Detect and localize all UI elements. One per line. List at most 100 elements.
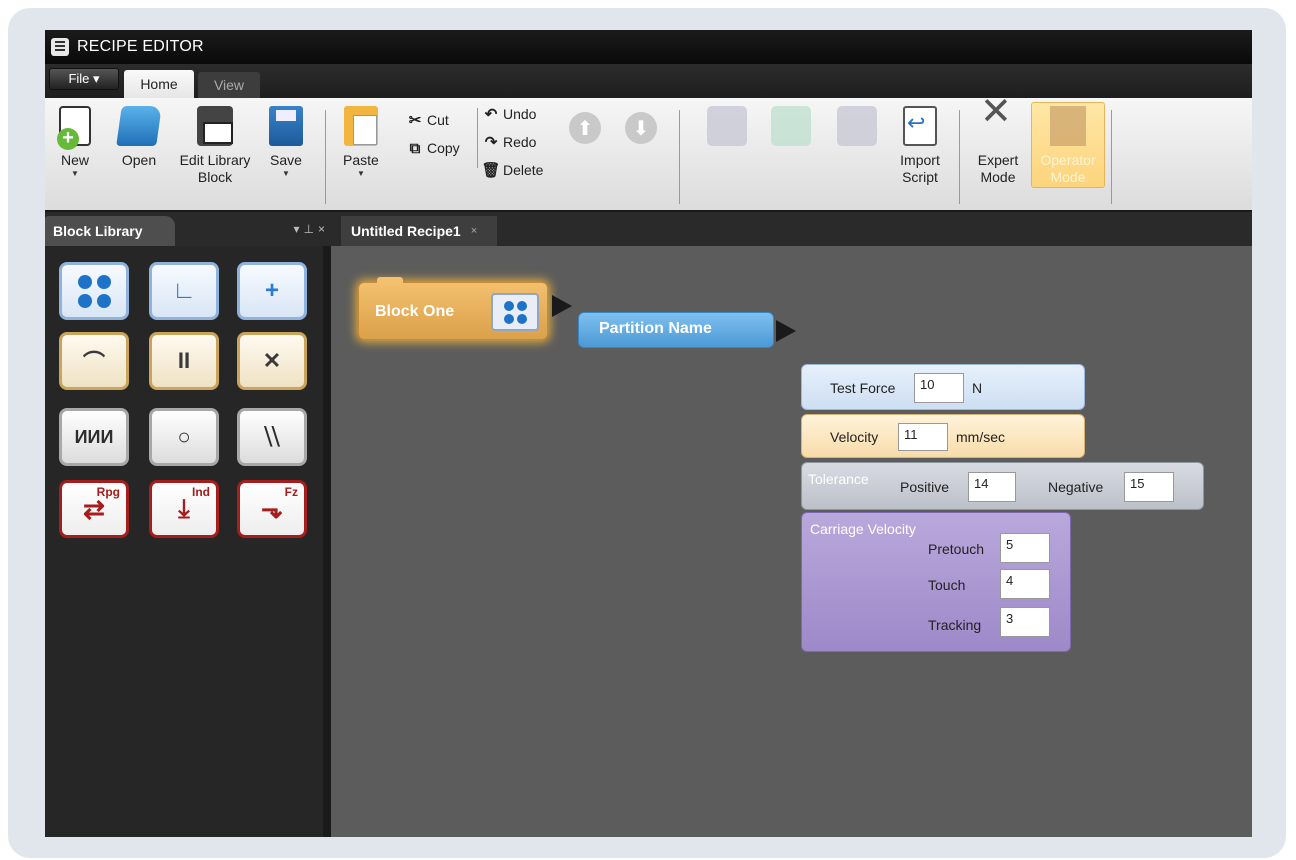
- arrow-up-icon: ⬆: [576, 117, 594, 140]
- block-tab-notch: [377, 277, 403, 284]
- block-one-label: Block One: [375, 303, 455, 320]
- block-library-panel: ∟ + ⌒ II ✕ ИИИ ○ ⧹⧹ ⇄ Rpg ⤓ Ind ⬎ Fz: [45, 246, 323, 837]
- positive-input[interactable]: 14: [968, 472, 1016, 502]
- palette-block-wave[interactable]: ИИИ: [59, 408, 129, 466]
- tolerance-block[interactable]: Tolerance Positive 14 Negative 15: [801, 462, 1204, 510]
- edit-block-icon: [197, 106, 233, 146]
- palette-block-loop[interactable]: ○: [149, 408, 219, 466]
- negative-input[interactable]: 15: [1124, 472, 1174, 502]
- test-force-input[interactable]: 10: [914, 373, 964, 403]
- partition-name-label: Partition Name: [599, 320, 712, 337]
- palette-block-rpg[interactable]: ⇄ Rpg: [59, 480, 129, 538]
- save-button[interactable]: Save ▼: [269, 106, 303, 179]
- menu-tab-bar: File ▾ Home View: [45, 64, 1252, 98]
- block-one[interactable]: Block One: [358, 277, 548, 340]
- redo-button[interactable]: ↷ Redo: [483, 134, 537, 151]
- tools-icon: [978, 104, 1018, 146]
- cut-button[interactable]: ✂ Cut: [407, 112, 449, 129]
- library-scrollbar[interactable]: [323, 246, 331, 837]
- clipboard-icon: [343, 106, 378, 146]
- connector-arrow-icon: [776, 320, 796, 342]
- undo-button[interactable]: ↶ Undo: [483, 106, 537, 123]
- insert-sequence-button[interactable]: [707, 106, 747, 152]
- velocity-block[interactable]: Velocity 11 mm/sec: [801, 414, 1085, 458]
- undo-label: Undo: [503, 106, 537, 122]
- document-icon: [51, 38, 69, 56]
- tab-view[interactable]: View: [198, 72, 260, 98]
- tab-untitled-recipe[interactable]: Untitled Recipe1 ×: [341, 216, 497, 246]
- tab-home[interactable]: Home: [124, 70, 194, 98]
- expert-mode-button[interactable]: Expert Mode: [975, 104, 1021, 186]
- insert-step-button[interactable]: [771, 106, 811, 152]
- positive-label: Positive: [900, 479, 950, 495]
- close-tab-icon[interactable]: ×: [471, 225, 477, 237]
- velocity-input[interactable]: 11: [898, 423, 948, 451]
- panel-controls[interactable]: ▾⊥×: [294, 222, 330, 236]
- test-force-block[interactable]: Test Force 10 N: [801, 364, 1085, 410]
- close-icon[interactable]: ×: [318, 222, 329, 236]
- copy-icon: ⧉: [409, 139, 421, 157]
- carriage-velocity-block[interactable]: Carriage Velocity Pretouch 5 Touch 4 Tra…: [801, 512, 1071, 652]
- recipe-canvas[interactable]: Block One Partition Name Test Force 10 N…: [331, 246, 1252, 837]
- palette-block-corner[interactable]: ∟: [149, 262, 219, 320]
- ribbon-separator: [325, 110, 326, 204]
- file-menu-button[interactable]: File ▾: [49, 68, 119, 90]
- copy-label: Copy: [427, 140, 460, 156]
- pretouch-input[interactable]: 5: [1000, 533, 1050, 563]
- palette-block-group[interactable]: [59, 262, 129, 320]
- open-button[interactable]: Open: [116, 106, 162, 169]
- velocity-unit: mm/sec: [956, 429, 1005, 445]
- redo-label: Redo: [503, 134, 537, 150]
- force-icon: ⬎: [261, 493, 283, 524]
- window-title: RECIPE EDITOR: [77, 38, 204, 55]
- palette-block-multiply[interactable]: ✕: [237, 332, 307, 390]
- palette-block-add[interactable]: +: [237, 262, 307, 320]
- ribbon-separator: [1111, 110, 1112, 204]
- new-label: New: [60, 152, 89, 168]
- dropdown-arrow-icon: ▼: [282, 169, 290, 178]
- copy-button[interactable]: ⧉ Copy: [407, 139, 460, 157]
- import-script-button[interactable]: Import Script: [893, 106, 947, 186]
- palette-block-fz[interactable]: ⬎ Fz: [237, 480, 307, 538]
- cut-label: Cut: [427, 112, 449, 128]
- delete-button[interactable]: 🗑 Delete: [481, 162, 544, 179]
- oval-icon: ○: [177, 424, 191, 449]
- carriage-velocity-label: Carriage Velocity: [810, 521, 916, 537]
- paste-label: Paste: [343, 152, 379, 168]
- partition-block[interactable]: Partition Name: [578, 312, 774, 348]
- touch-input[interactable]: 4: [1000, 569, 1050, 599]
- move-up-button[interactable]: ⬆: [569, 112, 601, 144]
- dropdown-icon[interactable]: ▾: [294, 222, 304, 236]
- negative-label: Negative: [1048, 479, 1104, 495]
- tracking-input[interactable]: 3: [1000, 607, 1050, 637]
- dropdown-arrow-icon: ▼: [356, 169, 365, 178]
- block-library-title: Block Library: [53, 223, 143, 239]
- paste-button[interactable]: Paste ▼: [343, 106, 379, 179]
- palette-block-arc[interactable]: ⌒: [59, 332, 129, 390]
- block-library-tab[interactable]: Block Library: [45, 216, 175, 246]
- edit-library-block-label: Edit Library Block: [179, 152, 251, 185]
- step-block-icon: [771, 106, 811, 146]
- block-one-group-button[interactable]: [491, 293, 539, 331]
- recipe-editor-window: RECIPE EDITOR File ▾ Home View New ▼ Ope…: [45, 30, 1252, 837]
- import-script-label: Import Script: [900, 152, 940, 185]
- new-button[interactable]: New ▼: [57, 106, 91, 179]
- move-down-button[interactable]: ⬇: [625, 112, 657, 144]
- operator-mode-icon: [1050, 106, 1086, 146]
- operator-mode-button[interactable]: Operator Mode: [1033, 106, 1103, 186]
- trash-icon: 🗑: [481, 162, 501, 179]
- zigzag-wave-icon: ИИИ: [74, 426, 114, 447]
- ribbon-separator: [679, 110, 680, 204]
- palette-block-pause[interactable]: II: [149, 332, 219, 390]
- sequence-block-icon: [707, 106, 747, 146]
- document-tab-bar: Untitled Recipe1 ×: [335, 212, 1252, 246]
- scissors-icon: ✂: [408, 112, 422, 129]
- fz-label: Fz: [284, 485, 298, 499]
- insert-partition-button[interactable]: [837, 106, 877, 152]
- delete-label: Delete: [503, 162, 544, 178]
- pin-icon[interactable]: ⊥: [304, 222, 318, 236]
- palette-block-ind[interactable]: ⤓ Ind: [149, 480, 219, 538]
- block-library-header: Block Library ▾⊥×: [45, 212, 335, 246]
- palette-block-lines[interactable]: ⧹⧹: [237, 408, 307, 466]
- edit-library-block-button[interactable]: Edit Library Block: [173, 106, 257, 186]
